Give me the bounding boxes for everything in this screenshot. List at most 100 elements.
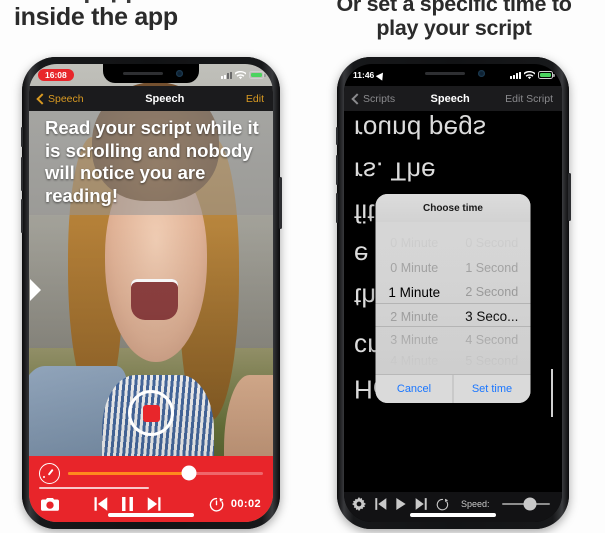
elapsed-time-value: 00:02 — [230, 498, 261, 510]
left-status-right — [221, 70, 266, 80]
left-headline: record video inside the app — [0, 0, 178, 31]
previous-track-icon[interactable] — [374, 498, 387, 510]
wifi-icon — [235, 70, 246, 79]
loop-timer-icon[interactable] — [436, 498, 449, 511]
speedometer-icon — [39, 462, 60, 484]
volume-down-button — [335, 193, 338, 223]
location-arrow-icon — [375, 69, 387, 81]
right-nav-bar: Scripts Speech Edit Script — [344, 86, 562, 111]
left-phone-notch — [103, 64, 199, 83]
play-caret-icon — [30, 279, 41, 302]
left-promo-panel: record video inside the app — [0, 0, 303, 533]
back-button-label: Speech — [48, 92, 84, 105]
right-phone-notch — [405, 64, 501, 83]
set-time-button[interactable]: Set time — [452, 375, 531, 403]
minute-option[interactable]: 2 Minute — [376, 310, 454, 324]
speed-slider-fill — [68, 471, 189, 475]
power-button — [568, 173, 571, 221]
minute-option[interactable]: 0 Minute — [376, 261, 454, 275]
next-track-icon[interactable] — [415, 498, 428, 510]
next-track-icon[interactable] — [147, 497, 162, 511]
timer-icon[interactable] — [209, 497, 224, 512]
mute-switch — [20, 127, 23, 147]
volume-down-button — [20, 199, 23, 233]
previous-track-icon[interactable] — [93, 497, 108, 511]
earpiece-speaker — [425, 72, 465, 75]
second-option[interactable]: 4 Second — [453, 333, 531, 347]
text-cursor — [551, 369, 553, 417]
page-title: Speech — [430, 92, 470, 105]
recording-time-pill: 16:08 — [38, 68, 74, 82]
pause-icon[interactable] — [121, 497, 134, 511]
prompter-line: rs. The — [354, 156, 436, 187]
back-button[interactable]: Scripts — [351, 92, 395, 105]
playback-speed-slider[interactable] — [501, 497, 550, 511]
camera-icon[interactable] — [41, 497, 59, 511]
right-promo-panel: Or set a specific time to play your scri… — [303, 0, 605, 533]
play-icon[interactable] — [395, 498, 407, 510]
right-status-right — [510, 70, 555, 80]
left-phone-mockup: 16:08 Speech Speech Edit Read your scrip… — [20, 57, 282, 529]
front-camera — [478, 70, 485, 77]
playback-speed-knob[interactable] — [523, 497, 537, 511]
volume-up-button — [20, 157, 23, 191]
right-headline-line1: Or set a specific time to — [336, 0, 572, 16]
stop-record-icon — [142, 404, 160, 422]
status-time: 11:46 — [353, 70, 375, 80]
dialog-actions: Cancel Set time — [375, 374, 531, 403]
gear-icon[interactable] — [352, 497, 366, 511]
minute-option[interactable]: 0 Minute — [376, 236, 454, 250]
page-title: Speech — [145, 92, 185, 105]
prompter-line: e — [354, 240, 369, 271]
second-option[interactable]: 0 Second — [453, 236, 531, 250]
back-button[interactable]: Speech — [36, 92, 84, 105]
right-phone-mockup: 11:46 Scripts Speech Edit Script round p… — [335, 57, 571, 529]
battery-charging-icon — [249, 71, 266, 79]
home-indicator[interactable] — [108, 513, 194, 517]
right-phone-screen: 11:46 Scripts Speech Edit Script round p… — [344, 64, 562, 522]
minute-wheel[interactable]: 0 Minute 0 Minute 1 Minute 2 Minute 3 Mi… — [375, 222, 454, 374]
battery-charging-icon — [538, 71, 555, 79]
elapsed-timer: 00:02 — [209, 497, 261, 512]
mute-switch — [335, 127, 338, 145]
earpiece-speaker — [123, 72, 163, 75]
cellular-bars-icon — [221, 71, 232, 79]
edit-script-button[interactable]: Edit Script — [505, 93, 553, 105]
right-headline: Or set a specific time to play your scri… — [303, 0, 605, 40]
second-option[interactable]: 2 Second — [453, 285, 531, 299]
right-headline-line2: play your script — [376, 16, 532, 41]
second-option-selected[interactable]: 3 Seco... — [453, 309, 531, 324]
screenshot-root: record video inside the app — [0, 0, 605, 533]
time-picker[interactable]: 0 Minute 0 Minute 1 Minute 2 Minute 3 Mi… — [375, 222, 531, 374]
dialog-title: Choose time — [375, 194, 531, 222]
power-button — [279, 177, 282, 229]
speed-label: Speed: — [461, 499, 490, 509]
chevron-left-icon — [351, 92, 363, 105]
second-option[interactable]: 1 Second — [453, 261, 531, 275]
speed-slider-knob[interactable] — [181, 465, 197, 481]
second-option[interactable]: 5 Second — [453, 354, 531, 368]
left-headline-text: inside the app — [14, 3, 178, 31]
prompter-line: round pegs — [354, 114, 487, 145]
front-camera — [176, 70, 183, 77]
home-indicator[interactable] — [410, 513, 496, 517]
right-bottom-toolbar: Speed: — [344, 492, 562, 522]
stop-record-button[interactable] — [128, 390, 174, 436]
right-status-left: 11:46 — [353, 69, 387, 81]
speed-slider[interactable] — [68, 465, 263, 481]
edit-button[interactable]: Edit — [246, 93, 264, 105]
cancel-button[interactable]: Cancel — [376, 375, 453, 403]
volume-up-button — [335, 155, 338, 185]
choose-time-dialog: Choose time 0 Minute 0 Minute 1 Minute 2… — [375, 194, 531, 403]
second-wheel[interactable]: 0 Second 1 Second 2 Second 3 Seco... 4 S… — [453, 222, 531, 374]
script-overlay-text[interactable]: Read your script while it is scrolling a… — [29, 111, 273, 216]
left-phone-screen: 16:08 Speech Speech Edit Read your scrip… — [29, 64, 273, 522]
chevron-left-icon — [36, 92, 48, 105]
wifi-icon — [524, 70, 535, 79]
speed-control-row — [29, 462, 273, 484]
cellular-bars-icon — [510, 71, 521, 79]
left-status-left: 16:08 — [38, 68, 74, 82]
minute-option-selected[interactable]: 1 Minute — [376, 285, 454, 300]
minute-option[interactable]: 4 Minute — [376, 354, 454, 368]
minute-option[interactable]: 3 Minute — [376, 333, 454, 347]
